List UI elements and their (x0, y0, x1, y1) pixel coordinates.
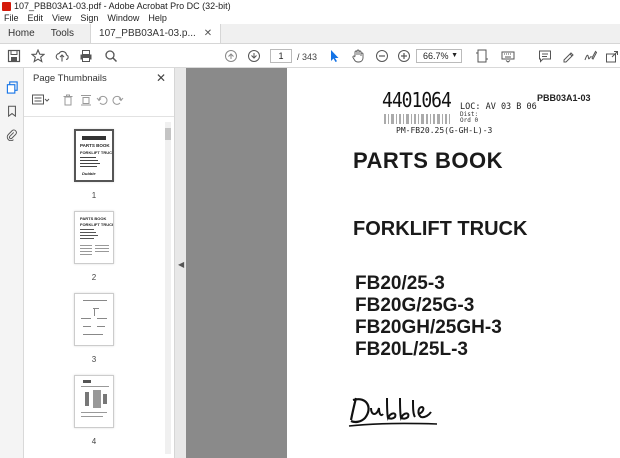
document-title: PARTS BOOK (353, 148, 504, 173)
zoom-out-icon[interactable] (374, 48, 390, 64)
bookmark-star-icon[interactable] (30, 48, 46, 64)
chevron-down-icon: ▼ (451, 52, 458, 59)
signature-icon[interactable] (582, 48, 598, 64)
page-thumbnail-1[interactable]: PARTS BOOK FORKLIFT TRUCK Dubble (74, 129, 114, 182)
inventory-stamp: 4401064 LOC: AV 03 B 06 Dist: Ord 0 PM-F… (382, 88, 537, 140)
close-panel-icon[interactable]: ✕ (156, 71, 166, 85)
model-line-1: FB20/25-3 (355, 273, 445, 294)
menu-sign[interactable]: Sign (80, 13, 98, 23)
zoom-in-icon[interactable] (396, 48, 412, 64)
model-line-2: FB20G/25G-3 (355, 295, 475, 316)
upload-cloud-icon[interactable] (54, 48, 70, 64)
thumbnail-number-3: 3 (91, 355, 97, 364)
menu-edit[interactable]: Edit (28, 13, 44, 23)
tab-bar: Home Tools 107_PBB03A1-03.p... ✕ (0, 24, 620, 44)
acrobat-logo-icon (2, 1, 11, 11)
thumbnail-scrollbar[interactable] (165, 122, 171, 454)
thumbnail-number-2: 2 (91, 273, 97, 282)
menu-bar: File Edit View Sign Window Help (0, 12, 620, 24)
next-page-icon[interactable] (246, 48, 262, 64)
page-thumbnails-icon[interactable] (5, 80, 19, 94)
page-thumbnail-3[interactable] (74, 293, 114, 346)
previous-page-icon[interactable] (223, 48, 239, 64)
barcode-icon (384, 114, 450, 124)
panel-toolbar (32, 94, 166, 108)
title-bar: 107_PBB03A1-03.pdf - Adobe Acrobat Pro D… (0, 0, 620, 12)
thumbnail-list: PARTS BOOK FORKLIFT TRUCK Dubble 1 PARTS… (24, 116, 174, 458)
zoom-level-select[interactable]: 66.7% ▼ (416, 49, 462, 63)
save-icon[interactable] (6, 48, 22, 64)
distribution-label: Dist: Ord 0 (460, 112, 478, 124)
search-icon[interactable] (103, 48, 119, 64)
window-title: 107_PBB03A1-03.pdf - Adobe Acrobat Pro D… (14, 1, 231, 11)
delete-page-icon[interactable] (62, 94, 74, 106)
tab-document-label: 107_PBB03A1-03.p... (99, 28, 196, 39)
hand-tool-icon[interactable] (350, 48, 366, 64)
bookmarks-icon[interactable] (5, 104, 19, 118)
tab-document[interactable]: 107_PBB03A1-03.p... ✕ (90, 24, 222, 43)
extract-pages-icon[interactable] (80, 94, 92, 106)
undo-icon[interactable] (96, 94, 108, 106)
page-total: / 343 (297, 52, 318, 62)
collapse-panel-icon[interactable]: ◀ (178, 260, 184, 269)
page-thumbnail-2[interactable]: PARTS BOOK FORKLIFT TRUCK (74, 211, 114, 264)
zoom-level-value: 66.7% (423, 51, 449, 61)
tab-tools[interactable]: Tools (43, 24, 82, 43)
tab-home[interactable]: Home (0, 24, 43, 43)
scrollbar-thumb[interactable] (165, 128, 171, 140)
close-tab-icon[interactable]: ✕ (204, 28, 212, 39)
thumbnail-number-4: 4 (91, 437, 97, 446)
document-viewer[interactable]: 4401064 LOC: AV 03 B 06 Dist: Ord 0 PM-F… (186, 68, 620, 458)
share-icon[interactable] (604, 48, 620, 64)
print-icon[interactable] (78, 48, 94, 64)
redo-icon[interactable] (112, 94, 124, 106)
menu-window[interactable]: Window (107, 13, 139, 23)
menu-view[interactable]: View (52, 13, 71, 23)
keyboard-icon[interactable] (500, 48, 516, 64)
menu-help[interactable]: Help (148, 13, 167, 23)
page-thumbnail-4[interactable] (74, 375, 114, 428)
distribution-line-2: Ord 0 (460, 117, 479, 124)
navigation-rail (0, 68, 24, 458)
page-view-icon[interactable] (474, 48, 490, 64)
panel-title: Page Thumbnails (33, 73, 107, 84)
document-code: PBB03A1-03 (537, 93, 591, 103)
panel-splitter[interactable]: ◀ (174, 68, 186, 458)
select-cursor-icon[interactable] (326, 48, 342, 64)
highlight-pen-icon[interactable] (560, 48, 576, 64)
menu-file[interactable]: File (4, 13, 19, 23)
comment-icon[interactable] (537, 48, 553, 64)
document-subtitle: FORKLIFT TRUCK (353, 218, 528, 240)
thumbnail-options-icon[interactable] (32, 94, 52, 106)
toolbar: 1 / 343 66.7% ▼ (0, 44, 620, 68)
model-line-3: FB20GH/25GH-3 (355, 317, 502, 338)
attachments-icon[interactable] (5, 128, 19, 142)
thumbnail-number-1: 1 (91, 191, 97, 200)
page-thumbnails-panel: Page Thumbnails ✕ PARTS BOOK FORKLIFT TR… (24, 68, 174, 458)
handwritten-signature (348, 397, 438, 427)
pdf-page: 4401064 LOC: AV 03 B 06 Dist: Ord 0 PM-F… (287, 68, 620, 458)
pm-reference: PM-FB20.25(G-GH-L)-3 (396, 126, 493, 135)
page-number-input[interactable]: 1 (270, 49, 292, 63)
model-line-4: FB20L/25L-3 (355, 339, 468, 360)
